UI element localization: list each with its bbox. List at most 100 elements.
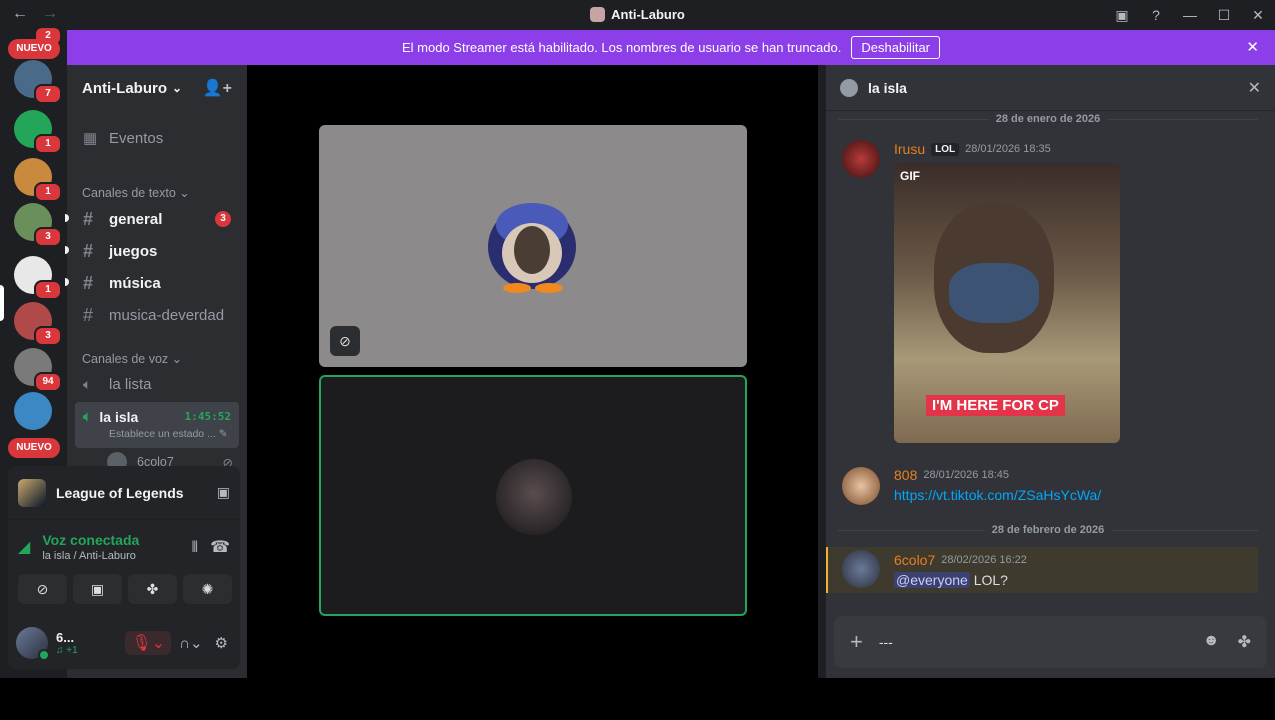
message-link[interactable]: https://vt.tiktok.com/ZSaHsYcWa/	[894, 487, 1101, 503]
video-tile-speaking[interactable]	[319, 375, 747, 616]
server-icon[interactable]: 3	[14, 302, 62, 346]
noise-suppression-icon[interactable]: ⦀	[191, 539, 198, 556]
video-tile[interactable]: ⊘	[319, 125, 747, 367]
camera-off-button[interactable]: ⊘	[18, 574, 67, 604]
server-badge: 3	[34, 326, 62, 346]
share-screen-button[interactable]: ▣	[73, 574, 122, 604]
channel-juegos[interactable]: # juegos	[75, 236, 239, 266]
username: 6...	[56, 629, 75, 645]
server-icon[interactable]: 94	[14, 348, 62, 392]
gif-image[interactable]: GIF I'M HERE FOR CP	[894, 163, 1120, 443]
gif-label: GIF	[900, 169, 920, 183]
window-controls: ▣ ? — ☐ ✕	[1105, 0, 1275, 30]
server-icon[interactable]: 1	[14, 158, 62, 202]
activities-button[interactable]: ✤	[128, 574, 177, 604]
avatar[interactable]	[842, 140, 880, 178]
disable-streamer-button[interactable]: Deshabilitar	[851, 36, 941, 59]
channel-general[interactable]: # general 3	[75, 204, 239, 234]
close-window-button[interactable]: ✕	[1241, 7, 1275, 24]
message-composer[interactable]: + --- ☻ ✤	[834, 616, 1267, 668]
message-author[interactable]: 6colo7	[894, 552, 935, 568]
avatar[interactable]	[16, 626, 50, 661]
message-timestamp: 28/01/2026 18:45	[923, 469, 1009, 481]
server-icon[interactable]: 3	[14, 203, 62, 247]
category-label: Canales de texto	[82, 186, 176, 200]
plus-icon[interactable]: +	[850, 629, 863, 655]
date-label: 28 de enero de 2026	[989, 113, 1107, 125]
channel-name: general	[109, 210, 163, 228]
everyone-mention[interactable]: @everyone	[894, 572, 970, 588]
activity-row[interactable]: League of Legends ▣	[8, 466, 240, 520]
new-badge: NUEVO	[8, 39, 60, 59]
voice-channel-la-lista[interactable]: 🔈︎ la lista	[75, 369, 239, 399]
voice-channel-la-isla[interactable]: 🔈︎ la isla 1:45:52 Establece un estado ...…	[75, 402, 239, 448]
message-author[interactable]: Irusu	[894, 141, 925, 157]
server-icon[interactable]: 1	[14, 256, 62, 300]
muted-mic-icon[interactable]: ⊘	[330, 326, 360, 356]
maximize-button[interactable]: ☐	[1207, 7, 1241, 24]
activity-name: League of Legends	[56, 484, 184, 501]
inbox-icon[interactable]: ▣	[1105, 7, 1139, 24]
unread-indicator	[65, 278, 69, 286]
server-icon[interactable]: 7	[14, 60, 62, 104]
apps-icon[interactable]: ✤	[1238, 632, 1251, 652]
channel-name: musica-deverdad	[109, 306, 225, 324]
set-status-text[interactable]: Establece un estado ...	[109, 428, 216, 440]
speaker-icon: 🔈︎	[83, 408, 92, 424]
server-icon	[590, 7, 606, 22]
calendar-icon: ▦	[83, 130, 98, 147]
banner-text: El modo Streamer está habilitado. Los no…	[401, 40, 842, 55]
window-title-text: Anti-Laburo	[611, 7, 685, 22]
server-tag: LOL	[931, 142, 960, 156]
channel-musica-deverdad[interactable]: # musica-deverdad	[75, 300, 239, 330]
chat-bubble-icon	[840, 78, 858, 97]
date-divider: 28 de enero de 2026	[838, 113, 1258, 125]
server-icon[interactable]: 1	[14, 110, 62, 154]
help-icon[interactable]: ?	[1139, 7, 1173, 23]
avatar[interactable]	[842, 550, 880, 588]
chat-header: la isla ✕	[826, 65, 1275, 111]
composer-input[interactable]: ---	[879, 634, 893, 650]
minimize-button[interactable]: —	[1173, 7, 1207, 23]
headphones-icon[interactable]: ∩⌄	[175, 634, 206, 652]
hash-icon: #	[83, 272, 94, 293]
message-author[interactable]: 808	[894, 467, 917, 483]
voice-location[interactable]: la isla / Anti-Laburo	[42, 550, 139, 562]
channel-name: juegos	[109, 242, 158, 260]
soundboard-button[interactable]: ✺	[183, 574, 232, 604]
server-badge: 3	[34, 227, 62, 247]
voice-category[interactable]: Canales de voz ⌄	[82, 351, 182, 366]
chevron-down-icon: ⌄	[171, 81, 183, 95]
bottom-strip	[0, 678, 1275, 720]
server-icon[interactable]	[14, 392, 52, 430]
avatar[interactable]	[842, 467, 880, 505]
chat-channel-name: la isla	[868, 79, 907, 96]
gif-caption: I'M HERE FOR CP	[926, 395, 1065, 416]
invite-icon[interactable]: 👤+	[203, 78, 232, 98]
streamer-mode-banner: El modo Streamer está habilitado. Los no…	[67, 30, 1275, 65]
server-badge: 7	[34, 84, 62, 104]
signal-icon[interactable]: ◢	[18, 537, 30, 557]
close-icon[interactable]: ✕	[1246, 38, 1259, 56]
text-category[interactable]: Canales de texto ⌄	[82, 185, 190, 200]
new-badge: NUEVO	[8, 438, 60, 458]
unread-indicator	[65, 214, 69, 222]
channel-musica[interactable]: # música	[75, 268, 239, 298]
mention-highlight	[826, 547, 1258, 593]
hash-icon: #	[83, 208, 94, 229]
mic-muted-icon[interactable]: 🎙︎⌄	[125, 630, 172, 655]
message-timestamp: 28/02/2026 16:22	[941, 554, 1027, 566]
message-content: @everyone LOL?	[894, 572, 1008, 588]
disconnect-icon[interactable]: ☎	[210, 537, 230, 557]
category-label: Canales de voz	[82, 352, 169, 366]
server-badge: 1	[34, 280, 62, 300]
discord-app: ← → Anti-Laburo ▣ ? — ☐ ✕ El modo Stream…	[0, 0, 1275, 720]
guild-header[interactable]: Anti-Laburo ⌄ 👤+	[67, 65, 247, 111]
screen-share-icon[interactable]: ▣	[217, 484, 230, 501]
avatar	[496, 459, 572, 535]
events-item[interactable]: ▦ Eventos	[75, 123, 239, 153]
voice-action-buttons: ⊘ ▣ ✤ ✺	[18, 574, 232, 604]
close-icon[interactable]: ✕	[1248, 78, 1261, 98]
gear-icon[interactable]: ⚙	[211, 634, 232, 652]
emoji-icon[interactable]: ☻	[1203, 632, 1220, 652]
